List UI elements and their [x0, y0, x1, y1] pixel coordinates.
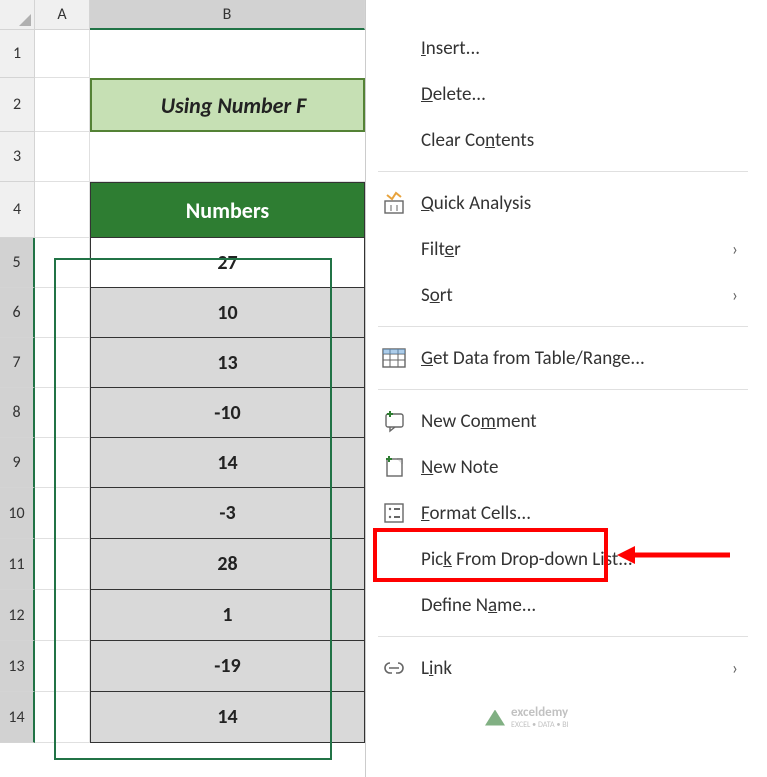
- row-header-14[interactable]: 14: [0, 692, 35, 743]
- row-header-12[interactable]: 12: [0, 590, 35, 641]
- watermark: exceldemy EXCEL • DATA • BI: [485, 705, 569, 730]
- menu-sort[interactable]: Sort›: [366, 272, 760, 318]
- table-icon: [381, 345, 407, 371]
- cell-a14[interactable]: [35, 692, 90, 743]
- row-headers: 1 2 3 4 5 6 7 8 9 10 11 12 13 14: [0, 30, 35, 743]
- cell-b3[interactable]: [90, 132, 365, 182]
- cell-a10[interactable]: [35, 488, 90, 539]
- menu-link[interactable]: Link›: [366, 645, 760, 691]
- quick-analysis-icon: [381, 190, 407, 216]
- menu-separator: [378, 636, 748, 637]
- menu-separator: [378, 389, 748, 390]
- row-header-6[interactable]: 6: [0, 288, 35, 338]
- cell-a3[interactable]: [35, 132, 90, 182]
- menu-separator: [378, 171, 748, 172]
- data-cell-b7[interactable]: 13: [90, 338, 365, 388]
- col-header-a[interactable]: A: [35, 0, 90, 30]
- watermark-sub: EXCEL • DATA • BI: [511, 720, 569, 730]
- cell-a4[interactable]: [35, 182, 90, 238]
- row-header-4[interactable]: 4: [0, 182, 35, 238]
- cell-a13[interactable]: [35, 641, 90, 692]
- data-cell-b8[interactable]: -10: [90, 388, 365, 438]
- cell-a11[interactable]: [35, 539, 90, 590]
- data-cell-b5[interactable]: 27: [90, 238, 365, 288]
- link-icon: [381, 655, 407, 681]
- data-cell-b9[interactable]: 14: [90, 438, 365, 488]
- menu-new-note[interactable]: New Note: [366, 444, 760, 490]
- data-cell-b11[interactable]: 28: [90, 539, 365, 590]
- row-header-3[interactable]: 3: [0, 132, 35, 182]
- row-header-11[interactable]: 11: [0, 539, 35, 590]
- menu-pick-from-list[interactable]: Pick From Drop-down List...: [366, 536, 760, 582]
- column-a-cells: [35, 30, 90, 743]
- chevron-right-icon: ›: [732, 284, 738, 306]
- cell-a1[interactable]: [35, 30, 90, 78]
- row-header-7[interactable]: 7: [0, 338, 35, 388]
- select-all-corner[interactable]: [0, 0, 35, 30]
- col-header-b[interactable]: B: [90, 0, 365, 30]
- watermark-icon: [485, 710, 505, 726]
- menu-filter[interactable]: Filter›: [366, 226, 760, 272]
- data-cell-b10[interactable]: -3: [90, 488, 365, 539]
- cell-a5[interactable]: [35, 238, 90, 288]
- title-banner[interactable]: Using Number F: [90, 78, 365, 132]
- row-header-8[interactable]: 8: [0, 388, 35, 438]
- note-icon: [381, 454, 407, 480]
- table-header-numbers[interactable]: Numbers: [90, 182, 365, 238]
- comment-icon: [381, 408, 407, 434]
- menu-format-cells[interactable]: Format Cells...: [366, 490, 760, 536]
- menu-define-name[interactable]: Define Name...: [366, 582, 760, 628]
- chevron-right-icon: ›: [732, 657, 738, 679]
- cell-a2[interactable]: [35, 78, 90, 132]
- row-header-5[interactable]: 5: [0, 238, 35, 288]
- data-cell-b14[interactable]: 14: [90, 692, 365, 743]
- context-menu: Insert... Delete... Clear Contents Quick…: [365, 0, 760, 777]
- data-cell-b12[interactable]: 1: [90, 590, 365, 641]
- data-cell-b6[interactable]: 10: [90, 288, 365, 338]
- column-b-cells: Using Number F Numbers 27 10 13 -10 14 -…: [90, 30, 365, 743]
- cell-a7[interactable]: [35, 338, 90, 388]
- menu-clear-contents[interactable]: Clear Contents: [366, 117, 760, 163]
- row-header-13[interactable]: 13: [0, 641, 35, 692]
- menu-get-data[interactable]: Get Data from Table/Range...: [366, 335, 760, 381]
- row-header-2[interactable]: 2: [0, 78, 35, 132]
- row-header-10[interactable]: 10: [0, 488, 35, 539]
- menu-insert[interactable]: Insert...: [366, 25, 760, 71]
- menu-new-comment[interactable]: New Comment: [366, 398, 760, 444]
- row-header-1[interactable]: 1: [0, 30, 35, 78]
- watermark-name: exceldemy: [511, 705, 569, 720]
- cell-a8[interactable]: [35, 388, 90, 438]
- format-cells-icon: [381, 500, 407, 526]
- menu-quick-analysis[interactable]: Quick Analysis: [366, 180, 760, 226]
- menu-delete[interactable]: Delete...: [366, 71, 760, 117]
- chevron-right-icon: ›: [732, 238, 738, 260]
- cell-a9[interactable]: [35, 438, 90, 488]
- data-cell-b13[interactable]: -19: [90, 641, 365, 692]
- row-header-9[interactable]: 9: [0, 438, 35, 488]
- cell-a12[interactable]: [35, 590, 90, 641]
- cell-a6[interactable]: [35, 288, 90, 338]
- menu-separator: [378, 326, 748, 327]
